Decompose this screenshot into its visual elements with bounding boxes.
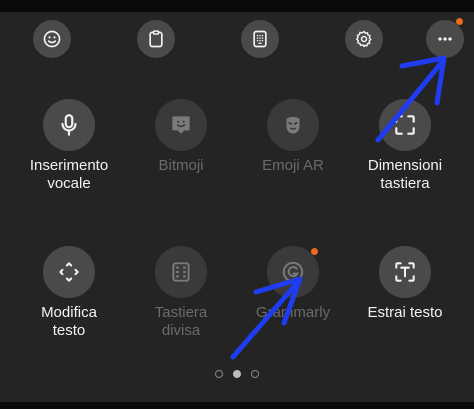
emoji-icon [43, 30, 61, 48]
tile-label: Inserimento vocale [29, 157, 109, 192]
keyboard-size-button[interactable] [379, 99, 431, 151]
grammarly-icon [282, 261, 304, 283]
page-dot-active[interactable] [233, 370, 241, 378]
tile-label: Grammarly [255, 304, 331, 321]
screen-bottom-edge [0, 402, 474, 409]
extract-text-button[interactable] [379, 246, 431, 298]
bitmoji-icon [172, 116, 190, 134]
split-keyboard-icon [172, 262, 190, 282]
tile-label: Tastiera divisa [154, 304, 208, 339]
tile-split-keyboard[interactable]: Tastiera divisa [121, 246, 241, 340]
bitmoji-button[interactable] [155, 99, 207, 151]
tile-bitmoji[interactable]: Bitmoji [121, 99, 241, 175]
keypad-icon [253, 30, 267, 48]
more-icon [438, 37, 452, 41]
grammarly-badge [311, 248, 318, 255]
annotation-arrow-head [399, 55, 447, 106]
emoji-button[interactable] [33, 20, 71, 58]
tile-label: Bitmoji [158, 157, 204, 174]
page-dot[interactable] [215, 370, 223, 378]
settings-button[interactable] [345, 20, 383, 58]
tile-voice-input[interactable]: Inserimento vocale [9, 99, 129, 193]
resize-icon [395, 115, 415, 135]
tile-keyboard-size[interactable]: Dimensioni tastiera [345, 99, 465, 193]
tile-label: Dimensioni tastiera [367, 157, 443, 192]
more-options-button[interactable] [426, 20, 464, 58]
tile-label: Modifica testo [41, 304, 97, 339]
ar-emoji-icon [286, 116, 300, 134]
page-dot[interactable] [251, 370, 259, 378]
grammarly-button[interactable] [267, 246, 319, 298]
clipboard-button[interactable] [137, 20, 175, 58]
edit-text-button[interactable] [43, 246, 95, 298]
clipboard-icon [149, 30, 163, 48]
annotation-arrows [230, 55, 447, 360]
split-keyboard-button[interactable] [155, 246, 207, 298]
text-edit-icon [59, 262, 79, 282]
voice-input-button[interactable] [43, 99, 95, 151]
notification-badge [456, 18, 463, 25]
microphone-icon [61, 114, 77, 136]
tile-grammarly[interactable]: Grammarly [233, 246, 353, 322]
page-indicator [0, 370, 474, 378]
tile-edit-text[interactable]: Modifica testo [9, 246, 129, 340]
ar-emoji-button[interactable] [267, 99, 319, 151]
extract-text-icon [395, 262, 415, 282]
tile-label: Emoji AR [262, 157, 324, 174]
tile-label: Estrai testo [367, 304, 443, 321]
tile-extract-text[interactable]: Estrai testo [345, 246, 465, 322]
keypad-button[interactable] [241, 20, 279, 58]
screen-top-edge [0, 0, 474, 12]
tile-ar-emoji[interactable]: Emoji AR [233, 99, 353, 175]
gear-icon [355, 30, 372, 48]
